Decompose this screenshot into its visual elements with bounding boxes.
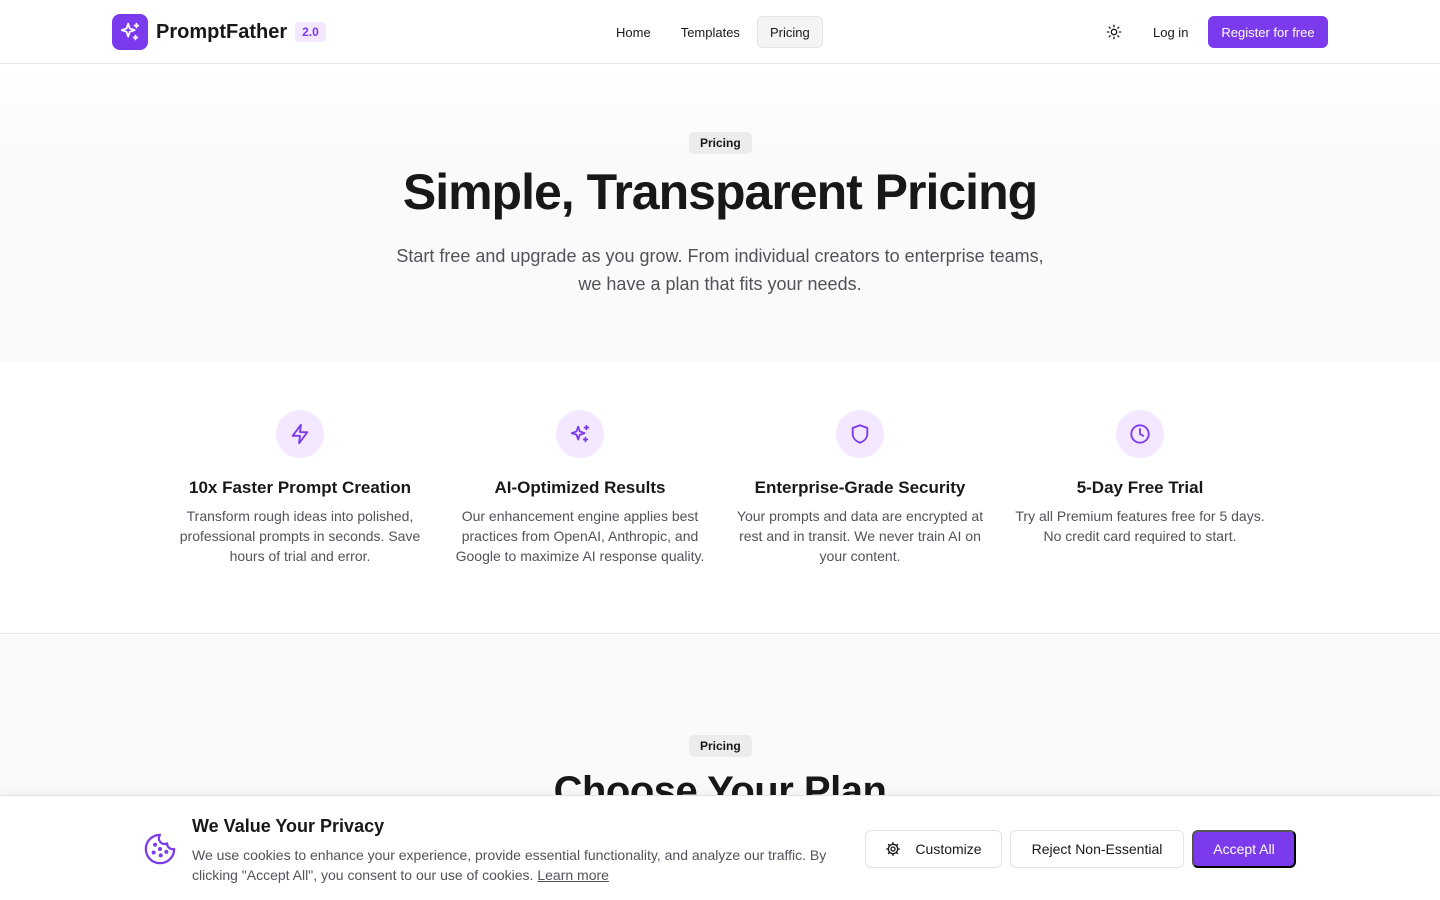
feature-card: 5-Day Free Trial Try all Premium feature… (1010, 410, 1270, 546)
feature-icon-wrap (1116, 410, 1164, 458)
cookie-message: We use cookies to enhance your experienc… (192, 847, 827, 883)
register-button[interactable]: Register for free (1208, 16, 1328, 48)
feature-title: AI-Optimized Results (494, 478, 666, 497)
login-link[interactable]: Log in (1140, 16, 1201, 48)
cookie-banner: We Value Your Privacy We use cookies to … (0, 795, 1440, 900)
feature-description: Our enhancement engine applies best prac… (455, 508, 705, 564)
page-subtitle: Start free and upgrade as you grow. From… (396, 246, 1044, 294)
pricing-hero: Pricing Simple, Transparent Pricing Star… (0, 65, 1440, 362)
nav-home[interactable]: Home (603, 16, 664, 48)
feature-description: Your prompts and data are encrypted at r… (736, 508, 984, 564)
cookie-icon (144, 833, 176, 865)
zap-icon (291, 423, 309, 445)
accept-all-button[interactable]: Accept All (1192, 830, 1296, 868)
sun-icon (1106, 24, 1122, 40)
version-badge: 2.0 (295, 22, 326, 42)
customize-button[interactable]: Customize (865, 830, 1002, 868)
theme-toggle-button[interactable] (1098, 16, 1130, 48)
main-nav: Home Templates Pricing (603, 16, 823, 48)
feature-title: 5-Day Free Trial (1076, 478, 1204, 497)
feature-description: Try all Premium features free for 5 days… (1015, 508, 1265, 544)
customize-label: Customize (915, 841, 982, 857)
site-header: PromptFather 2.0 Home Templates Pricing … (0, 0, 1440, 64)
shield-icon (851, 424, 869, 444)
feature-card: AI-Optimized Results Our enhancement eng… (450, 410, 710, 566)
logo-mark (112, 14, 148, 50)
learn-more-link[interactable]: Learn more (537, 867, 609, 883)
nav-templates[interactable]: Templates (668, 16, 753, 48)
feature-icon-wrap (556, 410, 604, 458)
section-badge: Pricing (689, 735, 752, 757)
section-badge: Pricing (689, 132, 752, 154)
cookie-title: We Value Your Privacy (192, 816, 385, 836)
reject-non-essential-button[interactable]: Reject Non-Essential (1010, 830, 1184, 868)
feature-description: Transform rough ideas into polished, pro… (179, 508, 421, 564)
feature-card: 10x Faster Prompt Creation Transform rou… (170, 410, 430, 566)
feature-icon-wrap (836, 410, 884, 458)
feature-title: 10x Faster Prompt Creation (188, 478, 411, 497)
features-section: 10x Faster Prompt Creation Transform rou… (0, 362, 1440, 634)
clock-icon (1130, 424, 1150, 444)
sparkles-icon (120, 22, 140, 41)
nav-pricing[interactable]: Pricing (756, 16, 823, 48)
logo-link[interactable]: PromptFather 2.0 (112, 14, 326, 50)
sparkles-icon (570, 424, 590, 443)
feature-icon-wrap (276, 410, 324, 458)
page-title: Simple, Transparent Pricing (402, 164, 1038, 220)
gear-icon (886, 842, 901, 856)
brand-name: PromptFather (156, 20, 288, 43)
feature-title: Enterprise-Grade Security (754, 478, 966, 497)
feature-card: Enterprise-Grade Security Your prompts a… (730, 410, 990, 566)
cookie-text: We use cookies to enhance your experienc… (192, 845, 862, 885)
